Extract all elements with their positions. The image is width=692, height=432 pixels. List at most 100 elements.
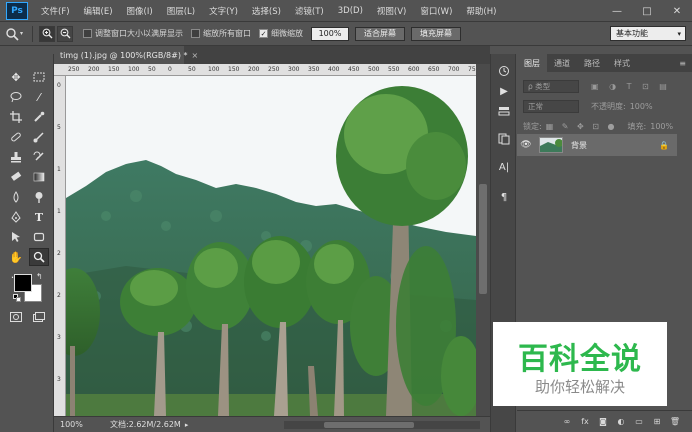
ruler-tick-label: 150 (108, 66, 120, 73)
blend-mode-select[interactable]: 正常 (523, 99, 579, 113)
menu-window[interactable]: 窗口(W) (413, 5, 459, 17)
filter-icons[interactable]: ▣ ◑ T ⊡ ▤ (591, 82, 671, 91)
vertical-scrollbar[interactable] (476, 64, 490, 416)
lock-icon[interactable]: 🔒 (659, 141, 669, 150)
zoom-out-icon (60, 28, 70, 39)
fit-screen-button[interactable]: 适合屏幕 (355, 26, 405, 41)
menu-image[interactable]: 图像(I) (120, 5, 160, 17)
horizontal-scroll-thumb[interactable] (324, 422, 414, 428)
opacity-value[interactable]: 100% (630, 102, 653, 111)
history-brush-tool[interactable] (29, 148, 49, 166)
path-selection-tool[interactable] (6, 228, 26, 246)
menu-edit[interactable]: 编辑(E) (77, 5, 120, 17)
maximize-button[interactable]: □ (632, 0, 662, 22)
foreground-color-swatch[interactable] (14, 274, 32, 292)
layer-row-background[interactable]: 👁 背景 🔒 (517, 134, 677, 156)
status-arrow-icon[interactable]: ▸ (185, 421, 189, 429)
vertical-scroll-thumb[interactable] (479, 184, 487, 294)
close-button[interactable]: ✕ (662, 0, 692, 22)
menu-filter[interactable]: 滤镜(T) (288, 5, 331, 17)
tab-paths[interactable]: 路径 (577, 54, 607, 72)
brush-tool[interactable] (29, 128, 49, 146)
group-icon[interactable]: ▭ (632, 415, 646, 429)
zoom-value-field[interactable]: 100% (311, 26, 349, 41)
resize-windows-checkbox[interactable] (83, 29, 92, 38)
move-tool[interactable]: ✥ (6, 68, 26, 86)
lasso-tool[interactable] (6, 88, 26, 106)
history-panel-button[interactable] (494, 62, 514, 80)
zoom-tool[interactable] (29, 248, 49, 266)
menu-layer[interactable]: 图层(L) (160, 5, 202, 17)
workspace-select[interactable]: 基本功能 ▾ (610, 26, 686, 41)
horizontal-ruler[interactable]: 250 200 150 100 50 0 50 100 150 200 250 300 350 400 45… (54, 64, 479, 76)
type-tool[interactable]: T (29, 208, 49, 226)
eyedropper-tool[interactable] (29, 108, 49, 126)
eye-icon[interactable]: 👁 (517, 140, 535, 150)
pen-icon (11, 211, 21, 223)
magic-wand-tool[interactable]: ⁄ (29, 88, 49, 106)
trash-icon[interactable]: 🗑 (668, 415, 682, 429)
zoom-out-button[interactable] (57, 25, 73, 42)
fill-value[interactable]: 100% (650, 122, 673, 131)
menu-help[interactable]: 帮助(H) (459, 5, 503, 17)
watermark-logo: 百科全说 助你轻松解决 (493, 322, 667, 406)
dodge-tool[interactable] (29, 188, 49, 206)
scrubby-zoom-checkbox[interactable]: ✓ (259, 29, 268, 38)
close-tab-icon[interactable]: × (192, 51, 199, 60)
clone-source-panel-button[interactable] (494, 130, 514, 148)
zoom-tool-preset[interactable]: ▾ (0, 27, 28, 41)
zoom-all-checkbox[interactable] (191, 29, 200, 38)
paragraph-panel-button[interactable]: ¶ (494, 188, 514, 206)
document-tab[interactable]: timg (1).jpg @ 100%(RGB/8#) * × (54, 46, 198, 64)
hand-icon: ✋ (9, 250, 23, 264)
watermark-title: 百科全说 (518, 342, 642, 377)
panel-menu-icon[interactable]: ≡ (679, 54, 686, 72)
marquee-tool[interactable] (29, 68, 49, 86)
screen-mode-icon (33, 312, 45, 322)
crop-tool[interactable] (6, 108, 26, 126)
menu-file[interactable]: 文件(F) (34, 5, 77, 17)
new-layer-icon[interactable]: ⊞ (650, 415, 664, 429)
layer-name[interactable]: 背景 (571, 140, 587, 151)
actions-panel-button[interactable]: ▶ (494, 82, 514, 100)
rectangle-tool[interactable] (29, 228, 49, 246)
swap-colors-icon[interactable]: ↰ (36, 272, 43, 281)
adjustment-icon[interactable]: ◐ (614, 415, 628, 429)
fx-icon[interactable]: fx (578, 415, 592, 429)
healing-brush-tool[interactable] (6, 128, 26, 146)
quick-mask-button[interactable] (6, 308, 26, 326)
rectangle-icon (33, 232, 45, 242)
status-zoom[interactable]: 100% (60, 420, 100, 429)
fill-screen-button[interactable]: 填充屏幕 (411, 26, 461, 41)
lock-icons[interactable]: ▦ ✎ ✥ ⊡ ● (546, 122, 618, 131)
tab-styles[interactable]: 样式 (607, 54, 637, 72)
menu-3d[interactable]: 3D(D) (331, 6, 370, 16)
horizontal-scrollbar[interactable] (284, 421, 480, 429)
divider (32, 25, 33, 42)
clone-stamp-tool[interactable] (6, 148, 26, 166)
character-panel-button[interactable]: A| (494, 158, 514, 176)
eraser-tool[interactable] (6, 168, 26, 186)
link-icon[interactable]: ∞ (560, 415, 574, 429)
tab-layers[interactable]: 图层 (517, 54, 547, 72)
ruler-tick-label: 550 (388, 66, 400, 73)
document-canvas[interactable] (66, 76, 476, 416)
hand-tool[interactable]: ✋ (6, 248, 26, 266)
default-colors-icon[interactable] (13, 294, 21, 302)
layer-filter-select[interactable]: ρ 类型 (523, 79, 579, 93)
menu-view[interactable]: 视图(V) (370, 5, 413, 17)
menu-type[interactable]: 文字(Y) (202, 5, 245, 17)
blur-tool[interactable] (6, 188, 26, 206)
gradient-tool[interactable] (29, 168, 49, 186)
pen-tool[interactable] (6, 208, 26, 226)
vertical-ruler[interactable]: 0 5 1 1 2 2 3 3 (54, 76, 66, 416)
ruler-tick-label: 2 (57, 250, 61, 257)
minimize-button[interactable]: — (602, 0, 632, 22)
screen-mode-button[interactable] (29, 308, 49, 326)
properties-panel-button[interactable] (494, 102, 514, 120)
mask-icon[interactable]: ◙ (596, 415, 610, 429)
zoom-in-button[interactable] (39, 25, 55, 42)
menu-select[interactable]: 选择(S) (245, 5, 288, 17)
tab-channels[interactable]: 通道 (547, 54, 577, 72)
ruler-tick-label: 500 (368, 66, 380, 73)
